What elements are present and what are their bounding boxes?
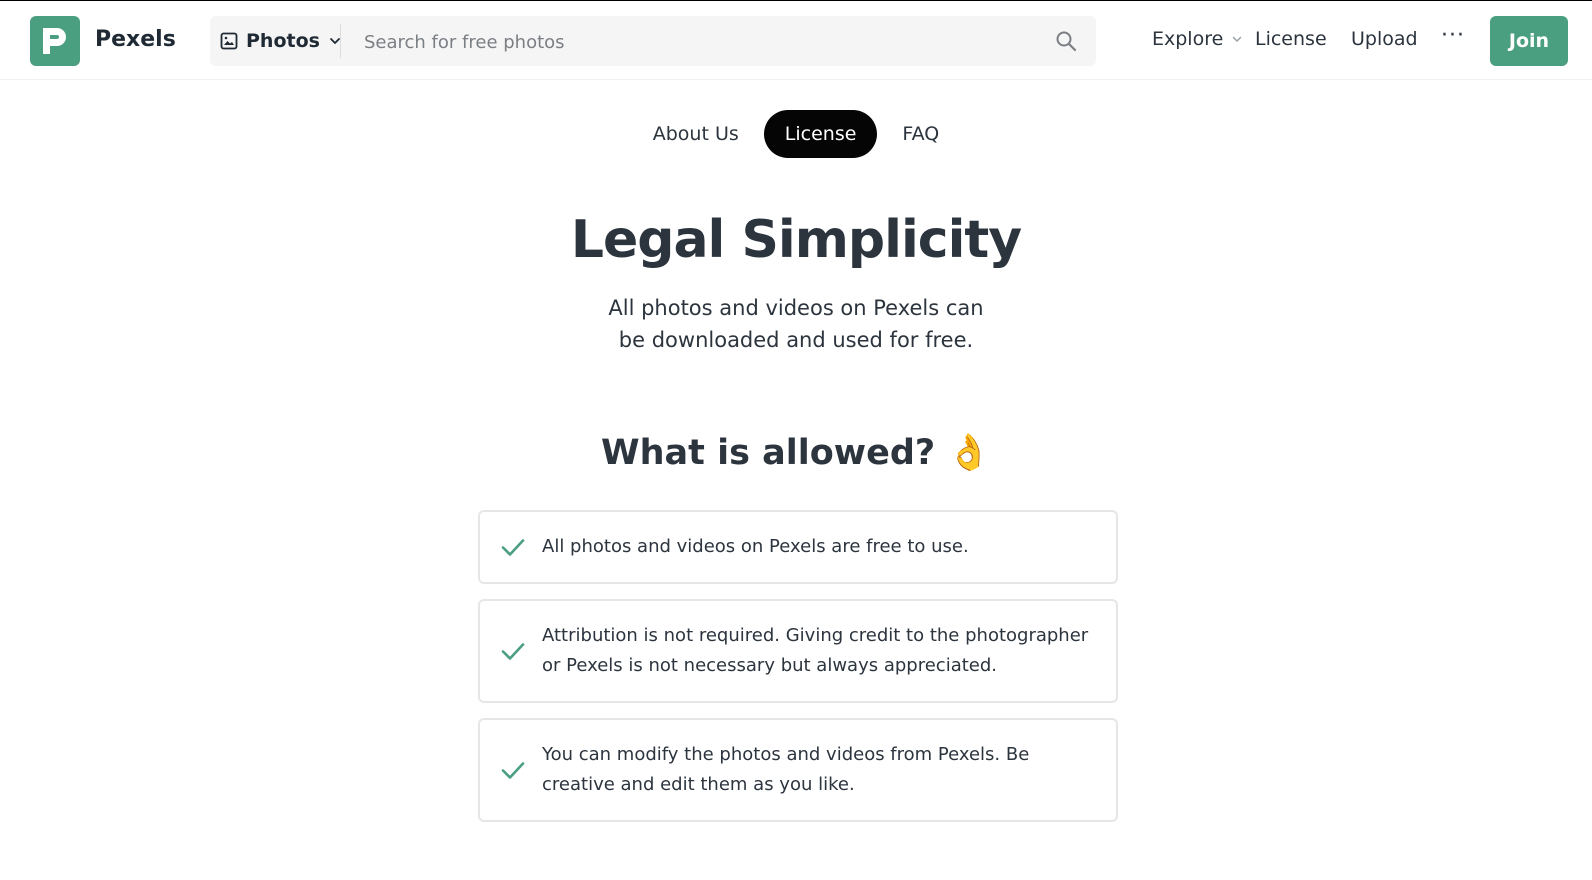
more-options-icon[interactable]: ··· — [1441, 23, 1465, 48]
media-type-label: Photos — [246, 30, 320, 52]
explore-menu[interactable]: Explore — [1152, 28, 1243, 50]
license-link[interactable]: License — [1255, 28, 1327, 50]
tab-license[interactable]: License — [763, 110, 878, 158]
allowed-item-text: Attribution is not required. Giving cred… — [542, 625, 1089, 676]
checkmark-icon — [501, 539, 525, 556]
search-icon[interactable] — [1054, 29, 1078, 53]
brand-name[interactable]: Pexels — [95, 27, 176, 52]
pexels-p-icon — [43, 28, 66, 54]
image-icon — [220, 32, 238, 50]
chevron-down-icon — [1233, 36, 1242, 43]
tab-faq[interactable]: FAQ — [881, 110, 960, 158]
media-type-dropdown[interactable]: Photos — [220, 16, 342, 66]
search-divider — [340, 24, 341, 58]
page-subtitle: All photos and videos on Pexels can be d… — [608, 296, 984, 352]
checkmark-icon — [501, 762, 525, 779]
page-tabs: About Us License FAQ — [0, 110, 1592, 158]
join-button[interactable]: Join — [1490, 16, 1568, 66]
pexels-logo[interactable] — [30, 16, 80, 66]
upload-link[interactable]: Upload — [1351, 28, 1418, 50]
checkmark-icon — [501, 643, 525, 660]
page-title: Legal Simplicity — [570, 210, 1022, 270]
search-input[interactable] — [362, 16, 1026, 68]
allowed-item-text: All photos and videos on Pexels are free… — [542, 536, 969, 557]
allowed-item: You can modify the photos and videos fro… — [478, 718, 1118, 822]
allowed-item-text: You can modify the photos and videos fro… — [542, 744, 1030, 795]
allowed-item: All photos and videos on Pexels are free… — [478, 510, 1118, 584]
site-header: Pexels Photos Explore License Upload ···… — [0, 1, 1592, 80]
explore-label: Explore — [1152, 28, 1224, 50]
tab-about-us[interactable]: About Us — [632, 110, 760, 158]
allowed-item: Attribution is not required. Giving cred… — [478, 599, 1118, 703]
search-bar: Photos — [210, 16, 1096, 68]
allowed-section-title: What is allowed? 👌 — [601, 433, 991, 473]
